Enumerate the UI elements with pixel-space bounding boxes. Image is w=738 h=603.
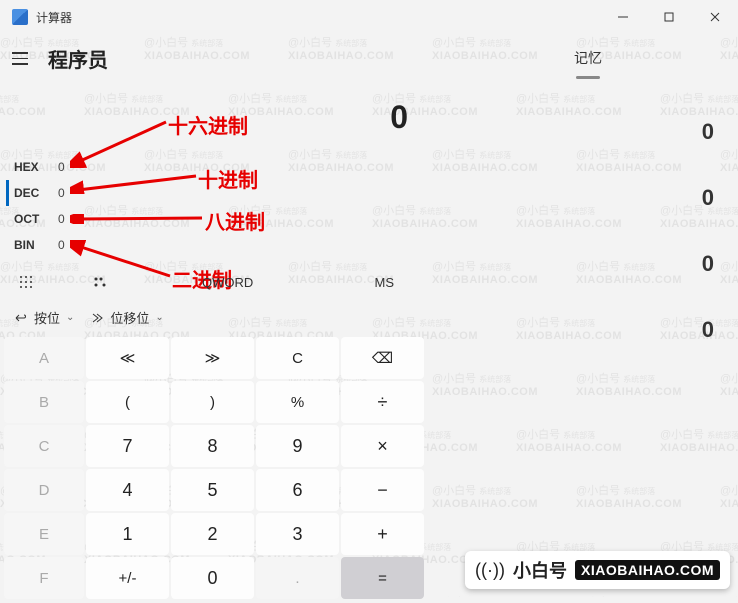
key-9[interactable]: 9 — [256, 425, 339, 467]
key-f: F — [4, 557, 84, 599]
bitwise-label: 按位 — [34, 308, 60, 327]
key-d: D — [4, 469, 84, 511]
key-add[interactable]: + — [341, 513, 424, 555]
key-mod[interactable]: % — [256, 381, 339, 423]
memory-panel: 记忆 0 0 0 0 — [438, 48, 738, 383]
memory-item[interactable]: 0 — [462, 317, 714, 343]
bitshift-label: 位移位 — [110, 308, 149, 327]
key-lparen[interactable]: ( — [86, 381, 169, 423]
titlebar: 计算器 — [0, 0, 738, 34]
menu-button[interactable] — [12, 49, 32, 69]
minimize-button[interactable] — [600, 0, 646, 34]
bit-toggle-icon[interactable] — [88, 270, 112, 294]
close-button[interactable] — [692, 0, 738, 34]
key-lshift[interactable]: ≪ — [86, 337, 169, 379]
key-rparen[interactable]: ) — [171, 381, 254, 423]
radix-label-hex: HEX — [14, 160, 46, 174]
key-subtract[interactable]: − — [341, 469, 424, 511]
radix-label-oct: OCT — [14, 212, 46, 226]
key-a: A — [4, 337, 84, 379]
key-5[interactable]: 5 — [171, 469, 254, 511]
word-size-button[interactable]: QWORD — [202, 275, 253, 290]
radix-label-dec: DEC — [14, 186, 46, 200]
memory-item[interactable]: 0 — [462, 251, 714, 277]
key-6[interactable]: 6 — [256, 469, 339, 511]
key-decimal: . — [256, 557, 339, 599]
key-rshift[interactable]: ≫ — [171, 337, 254, 379]
bitwise-dropdown[interactable]: 按位 ⌄ — [14, 308, 74, 327]
radix-value-bin: 0 — [58, 238, 65, 252]
app-icon — [12, 9, 28, 25]
bitshift-icon — [90, 311, 104, 325]
memory-divider — [576, 76, 600, 79]
key-e: E — [4, 513, 84, 555]
bitwise-icon — [14, 311, 28, 325]
full-keypad-icon[interactable] — [14, 270, 38, 294]
key-negate[interactable]: +/- — [86, 557, 169, 599]
radix-value-dec: 0 — [58, 186, 65, 200]
chevron-down-icon: ⌄ — [66, 312, 74, 323]
key-b: B — [4, 381, 84, 423]
key-8[interactable]: 8 — [171, 425, 254, 467]
radix-value-hex: 0 — [58, 160, 65, 174]
radix-value-oct: 0 — [58, 212, 65, 226]
bitshift-dropdown[interactable]: 位移位 ⌄ — [90, 308, 163, 327]
key-multiply[interactable]: × — [341, 425, 424, 467]
radix-label-bin: BIN — [14, 238, 46, 252]
memory-item[interactable]: 0 — [462, 119, 714, 145]
keypad: A ≪ ≫ C ⌫ B ( ) % ÷ C 7 8 9 × D 4 5 6 − … — [0, 337, 420, 603]
memory-title: 记忆 — [462, 48, 714, 68]
key-clear[interactable]: C — [256, 337, 339, 379]
key-c: C — [4, 425, 84, 467]
key-4[interactable]: 4 — [86, 469, 169, 511]
key-divide[interactable]: ÷ — [341, 381, 424, 423]
mode-title: 程序员 — [48, 44, 108, 73]
key-0[interactable]: 0 — [171, 557, 254, 599]
app-title: 计算器 — [36, 9, 600, 26]
memory-item[interactable]: 0 — [462, 185, 714, 211]
chevron-down-icon: ⌄ — [155, 312, 163, 323]
key-7[interactable]: 7 — [86, 425, 169, 467]
key-1[interactable]: 1 — [86, 513, 169, 555]
key-equals[interactable]: = — [341, 557, 424, 599]
key-3[interactable]: 3 — [256, 513, 339, 555]
memory-store-button[interactable]: MS — [375, 275, 395, 290]
maximize-button[interactable] — [646, 0, 692, 34]
key-2[interactable]: 2 — [171, 513, 254, 555]
key-backspace[interactable]: ⌫ — [341, 337, 424, 379]
